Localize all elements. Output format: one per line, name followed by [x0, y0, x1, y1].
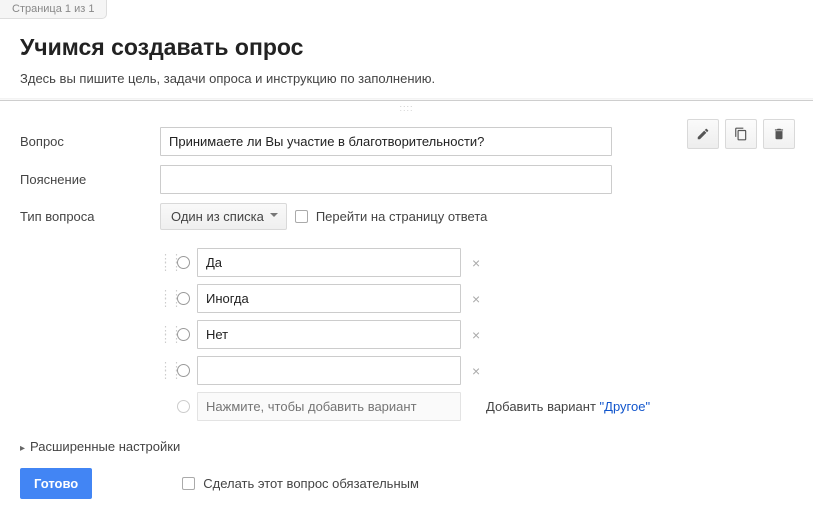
delete-button[interactable]: [763, 119, 795, 149]
radio-icon: [177, 256, 190, 269]
option-input[interactable]: [197, 284, 461, 313]
add-other-text: Добавить вариант "Другое": [486, 399, 650, 414]
goto-page-checkbox[interactable]: [295, 210, 308, 223]
option-row: ⋮⋮⋮⋮ ×: [160, 248, 793, 277]
hint-label: Пояснение: [20, 172, 160, 187]
radio-icon: [177, 328, 190, 341]
option-input[interactable]: [197, 356, 461, 385]
question-label: Вопрос: [20, 134, 160, 149]
drag-handle-top[interactable]: ::::: [0, 101, 813, 115]
edit-button[interactable]: [687, 119, 719, 149]
pencil-icon: [696, 127, 710, 141]
required-label: Сделать этот вопрос обязательным: [203, 476, 419, 491]
radio-icon: [177, 400, 190, 413]
required-checkbox[interactable]: [182, 477, 195, 490]
radio-icon: [177, 364, 190, 377]
option-row: ⋮⋮⋮⋮ ×: [160, 320, 793, 349]
remove-option-button[interactable]: ×: [468, 255, 484, 271]
options-list: ⋮⋮⋮⋮ × ⋮⋮⋮⋮ × ⋮⋮⋮⋮: [160, 248, 793, 421]
add-option-row: Добавить вариант "Другое": [160, 392, 793, 421]
option-row: ⋮⋮⋮⋮ ×: [160, 284, 793, 313]
question-editor: :::: Вопрос Пояснение: [0, 100, 813, 513]
add-other-link[interactable]: "Другое": [600, 399, 651, 414]
drag-handle-icon[interactable]: ⋮⋮⋮⋮: [160, 327, 170, 343]
drag-handle-icon[interactable]: ⋮⋮⋮⋮: [160, 363, 170, 379]
form-description[interactable]: Здесь вы пишите цель, задачи опроса и ин…: [20, 71, 793, 86]
copy-icon: [734, 127, 748, 141]
add-option-input[interactable]: [197, 392, 461, 421]
hint-input[interactable]: [160, 165, 612, 194]
drag-handle-icon[interactable]: ⋮⋮⋮⋮: [160, 291, 170, 307]
page-indicator: Страница 1 из 1: [0, 0, 107, 19]
remove-option-button[interactable]: ×: [468, 291, 484, 307]
duplicate-button[interactable]: [725, 119, 757, 149]
question-toolbar: [687, 119, 795, 149]
form-header: Учимся создавать опрос Здесь вы пишите ц…: [0, 0, 813, 100]
option-row: ⋮⋮⋮⋮ ×: [160, 356, 793, 385]
remove-option-button[interactable]: ×: [468, 327, 484, 343]
type-label: Тип вопроса: [20, 209, 160, 224]
radio-icon: [177, 292, 190, 305]
goto-page-label: Перейти на страницу ответа: [316, 209, 488, 224]
form-title[interactable]: Учимся создавать опрос: [20, 34, 793, 61]
question-type-dropdown[interactable]: Один из списка: [160, 203, 287, 230]
advanced-settings-toggle[interactable]: Расширенные настройки: [20, 439, 813, 454]
drag-handle-icon[interactable]: ⋮⋮⋮⋮: [160, 255, 170, 271]
done-button[interactable]: Готово: [20, 468, 92, 499]
question-input[interactable]: [160, 127, 612, 156]
option-input[interactable]: [197, 320, 461, 349]
option-input[interactable]: [197, 248, 461, 277]
remove-option-button[interactable]: ×: [468, 363, 484, 379]
trash-icon: [772, 127, 786, 141]
